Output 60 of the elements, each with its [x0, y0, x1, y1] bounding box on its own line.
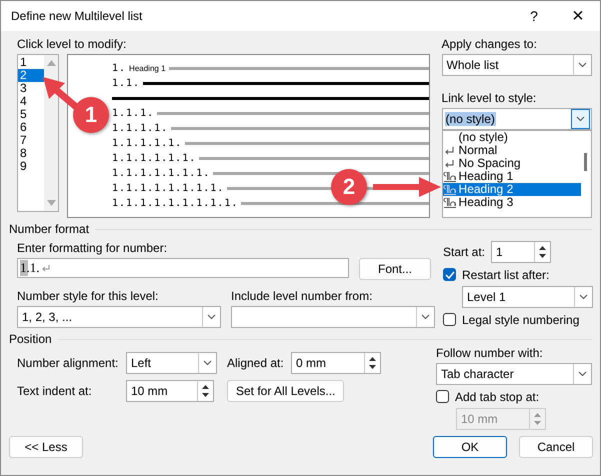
- follow-number-dropdown[interactable]: Tab character: [436, 363, 592, 385]
- font-button[interactable]: Font...: [359, 258, 431, 280]
- field-label: Link level to style:: [442, 91, 538, 105]
- number-alignment-dropdown[interactable]: Left: [126, 352, 217, 374]
- level-item[interactable]: 4: [18, 95, 44, 108]
- level-item[interactable]: 1: [18, 56, 44, 69]
- level-item[interactable]: 7: [18, 134, 44, 147]
- field-label: Follow number with:: [436, 346, 544, 360]
- number-style-dropdown[interactable]: 1, 2, 3, ...: [17, 306, 221, 328]
- apply-changes-dropdown[interactable]: Whole list: [442, 54, 592, 76]
- ok-button[interactable]: OK: [433, 436, 507, 458]
- field-label: Enter formatting for number:: [17, 241, 168, 255]
- level-item[interactable]: 2: [18, 69, 44, 82]
- style-option[interactable]: Heading 3: [442, 196, 581, 209]
- help-button[interactable]: ?: [512, 1, 556, 31]
- set-all-levels-button[interactable]: Set for All Levels...: [227, 380, 344, 402]
- number-format-field[interactable]: 1.1.: [17, 258, 349, 278]
- section-title: Number format: [9, 222, 90, 236]
- field-label: Include level number from:: [231, 289, 374, 303]
- section-title: Position: [9, 332, 52, 346]
- start-at-spinner[interactable]: 1: [491, 241, 551, 263]
- cancel-button[interactable]: Cancel: [519, 436, 593, 458]
- preview-text: Heading 1: [129, 64, 166, 73]
- preview-number: 1.1.1.: [112, 108, 154, 119]
- preview-number: 1.1.1.1.: [112, 123, 168, 134]
- close-button[interactable]: ×: [556, 1, 600, 31]
- preview-number: 1.1.1.1.1.1.: [112, 153, 196, 164]
- field-label: Text indent at:: [17, 384, 93, 398]
- window-title: Define new Multilevel list: [11, 9, 142, 23]
- preview-number: 1.: [112, 63, 126, 74]
- aligned-at-spinner[interactable]: 0 mm: [291, 352, 381, 374]
- level-item[interactable]: 9: [18, 160, 44, 173]
- level-item[interactable]: 8: [18, 147, 44, 160]
- restart-level-dropdown[interactable]: Level 1: [462, 286, 593, 308]
- style-option[interactable]: Heading 2: [442, 183, 581, 196]
- field-label: Number style for this level:: [17, 289, 160, 303]
- level-item[interactable]: 3: [18, 82, 44, 95]
- preview-number: 1.1.1.1.1.: [112, 138, 182, 149]
- field-label: Apply changes to:: [442, 37, 538, 51]
- style-option[interactable]: Heading 1: [442, 170, 581, 183]
- checkbox-label: Restart list after:: [462, 268, 550, 282]
- text-indent-spinner[interactable]: 10 mm: [126, 380, 214, 402]
- style-option[interactable]: No Spacing: [442, 157, 581, 170]
- preview-number: 1.1.1.1.1.1.1.: [112, 168, 210, 179]
- field-label: Number alignment:: [17, 356, 120, 370]
- preview-number: 1.1.: [112, 78, 140, 89]
- less-button[interactable]: << Less: [9, 436, 83, 458]
- preview-number: 1.1.1.1.1.1.1.1.: [112, 183, 224, 194]
- style-option[interactable]: Normal: [442, 144, 581, 157]
- field-label: Start at:: [443, 245, 485, 259]
- level-item[interactable]: 5: [18, 108, 44, 121]
- style-option[interactable]: (no style): [442, 131, 581, 144]
- level-list[interactable]: 1 2 3 4 5 6 7 8 9: [17, 54, 59, 212]
- level-item[interactable]: 6: [18, 121, 44, 134]
- checkbox-label: Legal style numbering: [462, 312, 580, 326]
- link-style-combo[interactable]: (no style): [442, 108, 592, 130]
- field-label: Click level to modify:: [17, 37, 128, 51]
- preview-number: 1.1.1.1.1.1.1.1.1.: [112, 198, 238, 209]
- field-label: Aligned at:: [227, 356, 285, 370]
- checkbox-label: Add tab stop at:: [455, 390, 540, 404]
